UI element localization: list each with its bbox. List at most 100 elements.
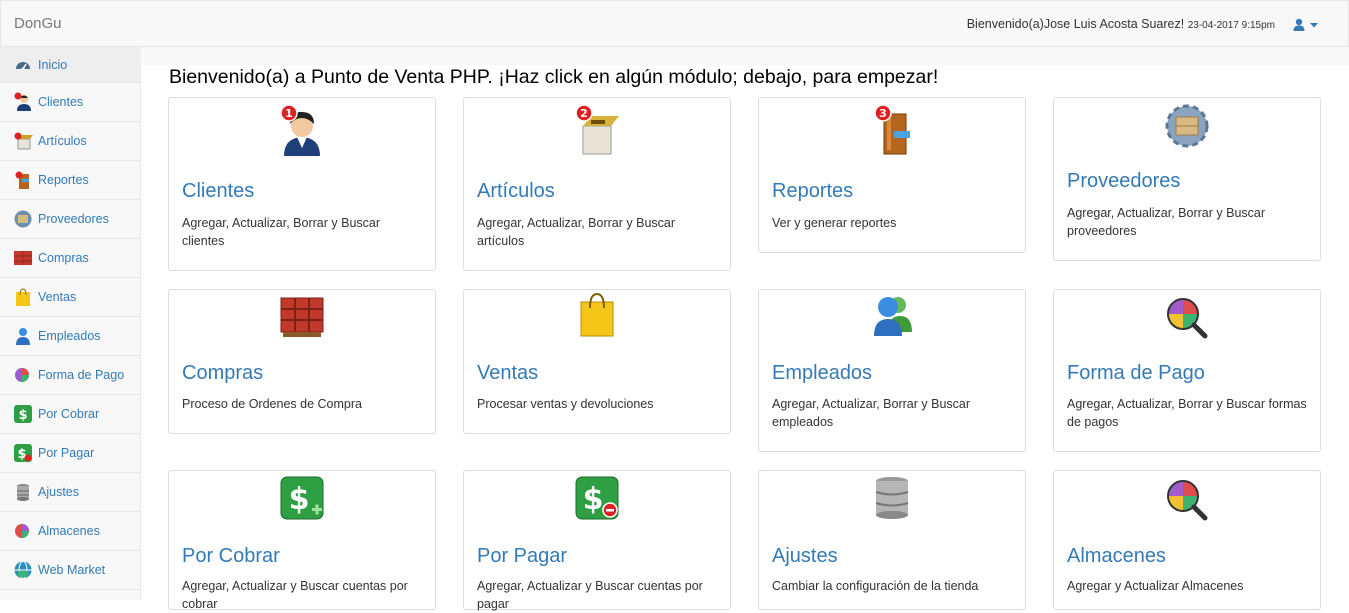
sidebar-item-empleados[interactable]: Empleados	[0, 317, 141, 356]
sales-icon	[13, 287, 33, 307]
module-title[interactable]: Artículos	[477, 180, 555, 203]
module-card-proveedores[interactable]: Proveedores Agregar, Actualizar, Borrar …	[1053, 97, 1321, 261]
module-card-por-cobrar[interactable]: $ Por Cobrar Agregar, Actualizar y Busca…	[168, 470, 436, 611]
module-title[interactable]: Ventas	[477, 362, 538, 385]
main-content: Bienvenido(a) a Punto de Venta PHP. ¡Haz…	[141, 47, 1349, 611]
receivables-icon: $	[13, 404, 33, 424]
module-description: Agregar, Actualizar y Buscar cuentas por…	[182, 579, 408, 611]
svg-text:$: $	[18, 408, 27, 423]
sidebar-item-almacenes[interactable]: Almacenes	[0, 512, 141, 551]
sidebar-item-ventas[interactable]: Ventas	[0, 278, 141, 317]
settings-icon	[759, 475, 1025, 531]
sidebar-item-label: Almacenes	[38, 524, 100, 538]
warehouses-icon	[1054, 477, 1320, 533]
caret-down-icon	[1310, 23, 1318, 28]
module-description: Agregar, Actualizar, Borrar y Buscar cli…	[182, 216, 381, 248]
payment-methods-icon	[1054, 294, 1320, 350]
web-market-icon	[13, 560, 33, 580]
user-menu-toggle[interactable]	[1292, 17, 1322, 33]
payment-methods-icon	[13, 365, 33, 385]
module-title[interactable]: Empleados	[772, 362, 872, 385]
svg-text:3: 3	[879, 107, 887, 120]
purchases-icon	[169, 292, 435, 348]
sidebar-item-inicio[interactable]: Inicio	[0, 47, 141, 83]
module-card-reportes[interactable]: 3 Reportes Ver y generar reportes	[758, 97, 1026, 253]
payables-icon: $	[13, 443, 33, 463]
warehouses-icon	[13, 521, 33, 541]
svg-text:1: 1	[285, 107, 293, 120]
sidebar-item-por-pagar[interactable]: $ Por Pagar	[0, 434, 141, 473]
module-card-empleados[interactable]: Empleados Agregar, Actualizar, Borrar y …	[758, 289, 1026, 452]
module-card-compras[interactable]: Compras Proceso de Ordenes de Compra	[168, 289, 436, 434]
svg-text:2: 2	[580, 107, 588, 120]
module-title[interactable]: Clientes	[182, 180, 254, 203]
sidebar-item-label: Empleados	[38, 329, 101, 343]
content-top-band	[141, 47, 1349, 65]
sidebar-item-forma-de-pago[interactable]: Forma de Pago	[0, 356, 141, 395]
module-title[interactable]: Compras	[182, 362, 263, 385]
sidebar-item-label: Web Market	[38, 563, 106, 577]
module-title[interactable]: Por Cobrar	[182, 545, 280, 568]
sales-icon	[464, 292, 730, 348]
module-description: Procesar ventas y devoluciones	[477, 397, 654, 411]
settings-icon	[13, 482, 33, 502]
receivables-icon: $	[169, 475, 435, 531]
purchases-icon	[13, 248, 33, 268]
suppliers-icon	[13, 209, 33, 229]
sidebar-item-label: Ajustes	[38, 485, 79, 499]
sidebar-item-clientes[interactable]: Clientes	[0, 83, 141, 122]
module-description: Proceso de Ordenes de Compra	[182, 397, 362, 411]
customers-icon	[13, 92, 33, 112]
module-description: Agregar, Actualizar, Borrar y Buscar art…	[477, 216, 676, 248]
page-title: Bienvenido(a) a Punto de Venta PHP. ¡Haz…	[169, 66, 939, 88]
sidebar-item-label: Proveedores	[38, 212, 109, 226]
sidebar-item-label: Reportes	[38, 173, 89, 187]
module-title[interactable]: Forma de Pago	[1067, 362, 1205, 385]
welcome-message: Bienvenido(a)Jose Luis Acosta Suarez! 23…	[967, 17, 1275, 31]
module-card-clientes[interactable]: 1 Clientes Agregar, Actualizar, Borrar y…	[168, 97, 436, 271]
module-title[interactable]: Reportes	[772, 180, 853, 203]
sidebar-item-label: Artículos	[38, 134, 87, 148]
sidebar-item-reportes[interactable]: Reportes	[0, 161, 141, 200]
module-title[interactable]: Almacenes	[1067, 545, 1166, 568]
current-datetime: 23-04-2017 9:15pm	[1187, 20, 1275, 31]
sidebar-item-web-market[interactable]: Web Market	[0, 551, 141, 590]
sidebar-item-label: Clientes	[38, 95, 84, 109]
sidebar: Inicio Clientes Artículos Reportes Prove…	[0, 47, 141, 600]
sidebar-item-label: Forma de Pago	[38, 368, 125, 382]
module-title[interactable]: Proveedores	[1067, 170, 1180, 193]
sidebar-item-articulos[interactable]: Artículos	[0, 122, 141, 161]
sidebar-item-label: Por Pagar	[38, 446, 95, 460]
sidebar-item-ajustes[interactable]: Ajustes	[0, 473, 141, 512]
sidebar-item-por-cobrar[interactable]: $ Por Cobrar	[0, 395, 141, 434]
top-navbar: DonGu Bienvenido(a)Jose Luis Acosta Suar…	[0, 0, 1349, 47]
module-description: Agregar, Actualizar y Buscar cuentas por…	[477, 579, 703, 611]
sidebar-item-compras[interactable]: Compras	[0, 239, 141, 278]
brand-logo[interactable]: DonGu	[14, 15, 62, 32]
module-title[interactable]: Ajustes	[772, 545, 838, 568]
payables-icon: $	[464, 475, 730, 531]
module-description: Agregar, Actualizar, Borrar y Buscar for…	[1067, 397, 1307, 429]
user-icon	[1293, 18, 1318, 31]
module-card-articulos[interactable]: 2 Artículos Agregar, Actualizar, Borrar …	[463, 97, 731, 271]
module-description: Agregar, Actualizar, Borrar y Buscar emp…	[772, 397, 971, 429]
items-icon	[13, 131, 33, 151]
sidebar-item-label: Por Cobrar	[38, 407, 100, 421]
module-description: Agregar, Actualizar, Borrar y Buscar pro…	[1067, 206, 1266, 238]
sidebar-item-proveedores[interactable]: Proveedores	[0, 200, 141, 239]
welcome-text: Bienvenido(a)Jose Luis Acosta Suarez!	[966, 17, 1185, 31]
dashboard-icon	[13, 55, 33, 75]
module-card-por-pagar[interactable]: $ Por Pagar Agregar, Actualizar y Buscar…	[463, 470, 731, 611]
module-description: Ver y generar reportes	[772, 216, 897, 230]
reports-icon: 3	[759, 104, 1025, 160]
module-card-ventas[interactable]: Ventas Procesar ventas y devoluciones	[463, 289, 731, 434]
suppliers-icon	[1054, 102, 1320, 158]
employees-icon	[759, 292, 1025, 348]
svg-text:$: $	[289, 482, 310, 517]
module-title[interactable]: Por Pagar	[477, 545, 567, 568]
reports-icon	[13, 170, 33, 190]
svg-text:$: $	[583, 482, 604, 517]
module-card-forma-de-pago[interactable]: Forma de Pago Agregar, Actualizar, Borra…	[1053, 289, 1321, 452]
module-card-ajustes[interactable]: Ajustes Cambiar la configuración de la t…	[758, 470, 1026, 610]
module-card-almacenes[interactable]: Almacenes Agregar y Actualizar Almacenes	[1053, 470, 1321, 610]
